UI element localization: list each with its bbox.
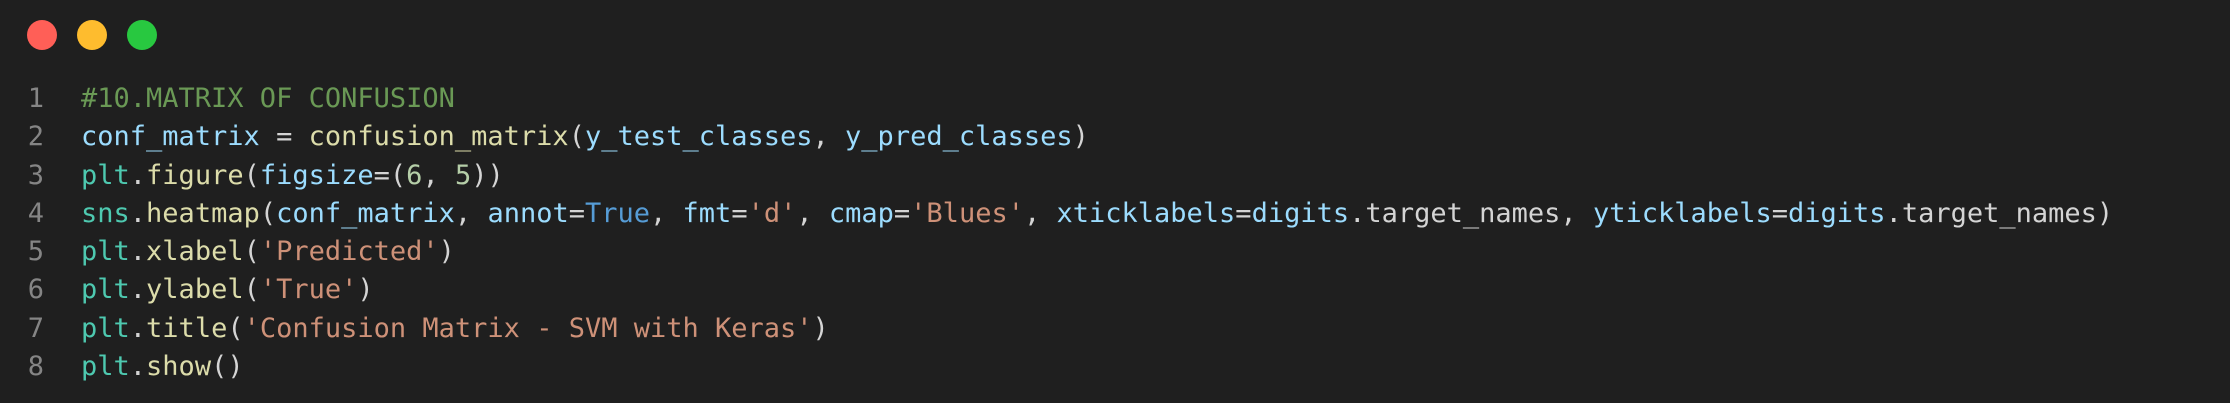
code-token-var: y_pred_classes: [845, 121, 1073, 153]
code-token-str: 'Blues': [910, 197, 1024, 229]
code-token-punct: ,: [454, 197, 488, 229]
code-token-punct: (: [259, 197, 277, 229]
code-token-param: yticklabels: [1592, 197, 1772, 229]
code-token-param: cmap: [828, 197, 894, 229]
code-line: 4 sns.heatmap(conf_matrix, annot=True, fm…: [0, 195, 2230, 233]
code-line: 6 plt.ylabel('True'): [0, 271, 2230, 309]
code-token-punct: ,: [650, 197, 683, 229]
code-token-var: conf_matrix: [81, 121, 260, 153]
code-token-punct: =: [893, 197, 911, 229]
code-token-punct: ): [438, 236, 455, 268]
code-token-punct: =: [568, 197, 585, 229]
code-token-punct: ,: [422, 159, 455, 191]
code-text: plt.ylabel('True'): [81, 271, 374, 309]
code-editor: 1 #10.MATRIX OF CONFUSION 2 conf_matrix = c…: [0, 80, 2230, 386]
code-token-num: 6: [406, 159, 423, 191]
code-token-str: 'd': [747, 197, 797, 229]
code-token-func: figure: [146, 159, 244, 191]
code-token-str: 'True': [259, 274, 358, 306]
code-token-func: xlabel: [146, 236, 244, 268]
code-token-var: digits: [1251, 197, 1350, 229]
code-token-punct: (: [568, 121, 585, 153]
code-token-punct: ): [1072, 121, 1089, 153]
code-token-punct: =: [731, 197, 748, 229]
code-token-param: fmt: [682, 197, 732, 229]
code-token-str: 'Confusion Matrix - SVM with Keras': [243, 312, 813, 344]
code-token-mod: sns: [81, 197, 130, 229]
code-token-mod: plt: [81, 351, 130, 383]
code-token-punct: .: [129, 274, 147, 306]
code-token-punct: =: [1235, 197, 1252, 229]
code-token-mod: plt: [81, 236, 130, 268]
line-number: 1: [27, 83, 44, 114]
code-token-func: heatmap: [146, 197, 260, 229]
code-text: conf_matrix = confusion_matrix(y_test_cl…: [81, 118, 1089, 156]
code-token-func: show: [146, 351, 212, 383]
code-token-punct: )): [471, 159, 504, 191]
line-number: 2: [27, 121, 44, 153]
code-token-param: figsize: [259, 159, 374, 191]
code-token-punct: ,: [1023, 197, 1057, 229]
code-token-punct: .target_names): [1885, 197, 2114, 229]
line-number: 8: [27, 351, 44, 383]
code-token-punct: (: [243, 236, 260, 268]
line-number: 6: [27, 274, 44, 306]
code-token-func: ylabel: [146, 274, 244, 306]
code-line: 5 plt.xlabel('Predicted'): [0, 233, 2230, 271]
code-token-punct: .target_names,: [1349, 197, 1593, 229]
code-token-mod: plt: [81, 274, 130, 306]
code-token-var: y_test_classes: [584, 121, 813, 153]
window-titlebar: [0, 0, 2230, 72]
code-line: 2 conf_matrix = confusion_matrix(y_test_c…: [0, 118, 2230, 156]
code-line: 1 #10.MATRIX OF CONFUSION: [0, 80, 2230, 118]
code-text: plt.title('Confusion Matrix - SVM with K…: [81, 310, 829, 348]
code-token-punct: ,: [812, 121, 846, 153]
line-number: 3: [27, 159, 44, 191]
code-token-punct: .: [129, 351, 147, 383]
code-token-kw: True: [584, 197, 651, 229]
code-token-punct: ): [812, 312, 829, 344]
code-text: plt.figure(figsize=(6, 5)): [81, 157, 504, 195]
code-token-punct: (): [211, 351, 244, 383]
code-text: plt.show(): [81, 348, 244, 386]
maximize-window-button[interactable]: [127, 20, 157, 50]
code-token-punct: =: [259, 121, 309, 153]
line-number: 4: [27, 197, 44, 229]
code-token-func: confusion_matrix: [308, 121, 569, 153]
code-token-punct: ,: [796, 197, 829, 229]
code-line: 8 plt.show(): [0, 348, 2230, 386]
line-number: 7: [27, 312, 44, 344]
code-token-punct: =(: [373, 159, 407, 191]
line-number: 5: [27, 236, 44, 268]
code-token-punct: .: [129, 236, 147, 268]
code-line: 7 plt.title('Confusion Matrix - SVM with …: [0, 310, 2230, 348]
code-token-punct: (: [243, 274, 260, 306]
code-token-punct: .: [129, 159, 147, 191]
code-window: 1 #10.MATRIX OF CONFUSION 2 conf_matrix = c…: [0, 0, 2230, 403]
code-token-func: title: [146, 312, 228, 344]
code-token-punct: =: [1771, 197, 1789, 229]
code-token-punct: ): [357, 274, 374, 306]
code-token-punct: .: [129, 197, 147, 229]
code-token-mod: plt: [81, 312, 130, 344]
code-token-punct: (: [227, 312, 244, 344]
code-token-comment: #10.MATRIX OF CONFUSION: [81, 83, 455, 114]
code-line: 3 plt.figure(figsize=(6, 5)): [0, 157, 2230, 195]
code-token-mod: plt: [81, 159, 130, 191]
code-token-param: annot: [487, 197, 569, 229]
close-window-button[interactable]: [27, 20, 57, 50]
code-token-num: 5: [454, 159, 472, 191]
code-token-str: 'Predicted': [259, 236, 439, 268]
code-token-var: digits: [1788, 197, 1886, 229]
code-token-punct: .: [129, 312, 147, 344]
code-token-param: xticklabels: [1056, 197, 1236, 229]
code-token-var: conf_matrix: [276, 197, 455, 229]
code-text: #10.MATRIX OF CONFUSION: [81, 80, 455, 118]
code-token-punct: (: [243, 159, 260, 191]
code-text: plt.xlabel('Predicted'): [81, 233, 455, 271]
code-text: sns.heatmap(conf_matrix, annot=True, fmt…: [81, 195, 2113, 233]
minimize-window-button[interactable]: [77, 20, 107, 50]
